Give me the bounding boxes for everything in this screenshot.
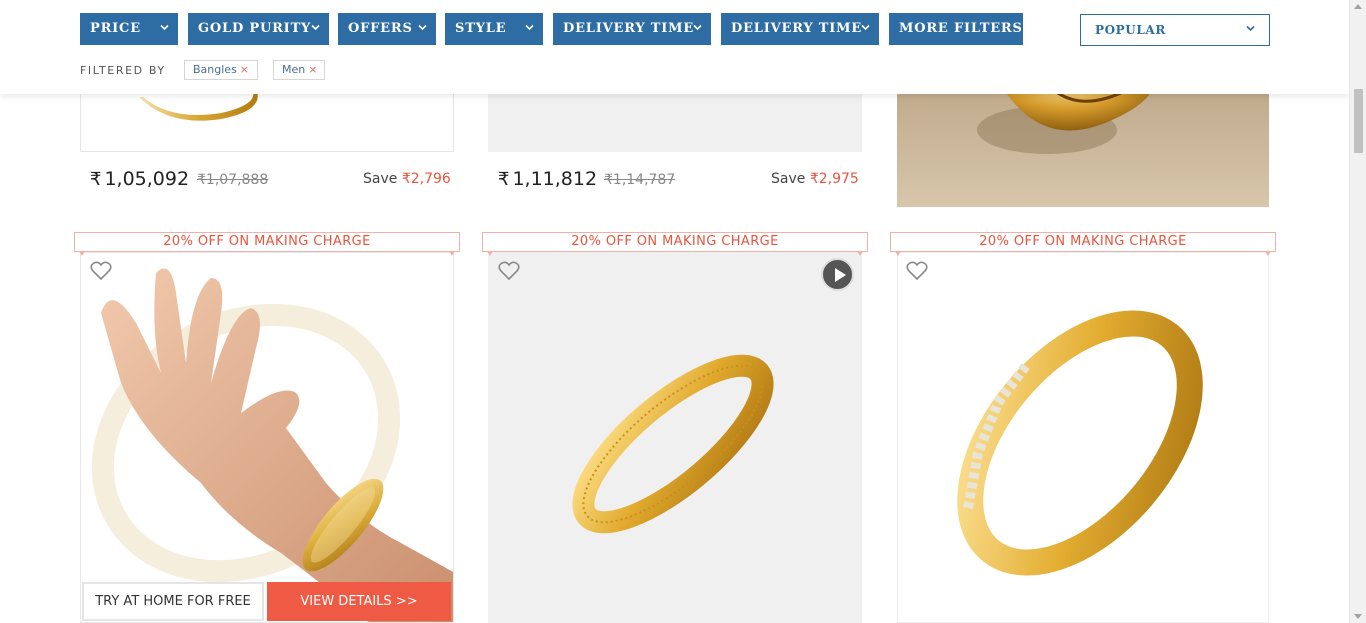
sort-select[interactable]: POPULAR (1080, 14, 1270, 46)
chevron-down-icon (418, 24, 427, 31)
chevron-down-icon (1246, 25, 1255, 32)
hand-with-bangle-image (91, 268, 453, 622)
filter-chip-bangles[interactable]: Bangles × (184, 60, 258, 80)
sort-select-value: POPULAR (1095, 23, 1166, 37)
chip-label: Men (282, 63, 306, 76)
product-saving: Save ₹2,796 (363, 171, 451, 187)
filter-delivery-time-button[interactable]: DELIVERY TIME (553, 13, 711, 45)
filter-delivery-time-label: DELIVERY TIME (563, 21, 695, 36)
scroll-thumb[interactable] (1354, 89, 1363, 153)
chevron-down-icon (160, 24, 169, 31)
close-icon[interactable]: × (308, 63, 317, 76)
filter-price-button[interactable]: PRICE (80, 13, 178, 45)
product-image[interactable] (80, 252, 454, 623)
product-price: ₹1,11,812 (498, 168, 598, 190)
filter-chip-men[interactable]: Men × (273, 60, 325, 80)
page-scrollbar[interactable] (1349, 0, 1366, 623)
filter-delivery-time-button-2[interactable]: DELIVERY TIME (721, 13, 879, 45)
product-image[interactable] (488, 252, 862, 623)
chevron-down-icon (693, 24, 702, 31)
product-saving: Save ₹2,975 (771, 171, 859, 187)
filter-gold-purity-button[interactable]: GOLD PURITY (188, 13, 329, 45)
filter-price-label: PRICE (90, 21, 141, 36)
offer-banner: 20% OFF ON MAKING CHARGE (74, 232, 460, 256)
filter-offers-label: OFFERS (348, 21, 413, 36)
more-filters-label: MORE FILTERS (899, 21, 1023, 36)
heart-icon[interactable] (498, 261, 520, 281)
offer-banner: 20% OFF ON MAKING CHARGE (890, 232, 1276, 256)
product-mrp: ₹1,07,888 (197, 172, 269, 188)
offer-banner: 20% OFF ON MAKING CHARGE (482, 232, 868, 256)
product-image[interactable] (897, 252, 1269, 623)
chevron-down-icon (311, 24, 320, 31)
filter-style-label: STYLE (455, 21, 507, 36)
filter-gold-purity-label: GOLD PURITY (198, 21, 312, 36)
heart-icon[interactable] (906, 261, 928, 281)
heart-icon[interactable] (90, 261, 112, 281)
play-video-button[interactable] (821, 258, 854, 291)
scroll-up-icon[interactable] (1354, 4, 1362, 9)
chevron-down-icon (861, 24, 870, 31)
chip-label: Bangles (193, 63, 237, 76)
product-price: ₹1,05,092 (90, 168, 190, 190)
gold-bangle-image (572, 354, 774, 534)
filter-style-button[interactable]: STYLE (445, 13, 543, 45)
product-mrp: ₹1,14,787 (604, 172, 676, 188)
gold-bangle-greek-key-image (957, 310, 1203, 576)
filter-bar: PRICE GOLD PURITY OFFERS STYLE DELIVERY … (0, 0, 1349, 94)
filter-delivery-time-label-2: DELIVERY TIME (731, 21, 863, 36)
more-filters-button[interactable]: MORE FILTERS (889, 13, 1023, 45)
try-at-home-button[interactable]: TRY AT HOME FOR FREE (82, 582, 264, 621)
filter-offers-button[interactable]: OFFERS (338, 13, 436, 45)
view-details-button[interactable]: VIEW DETAILS >> (267, 582, 451, 621)
close-icon[interactable]: × (240, 63, 249, 76)
chevron-down-icon (525, 24, 534, 31)
scroll-down-icon[interactable] (1354, 614, 1362, 619)
filtered-by-label: FILTERED BY (80, 64, 166, 77)
